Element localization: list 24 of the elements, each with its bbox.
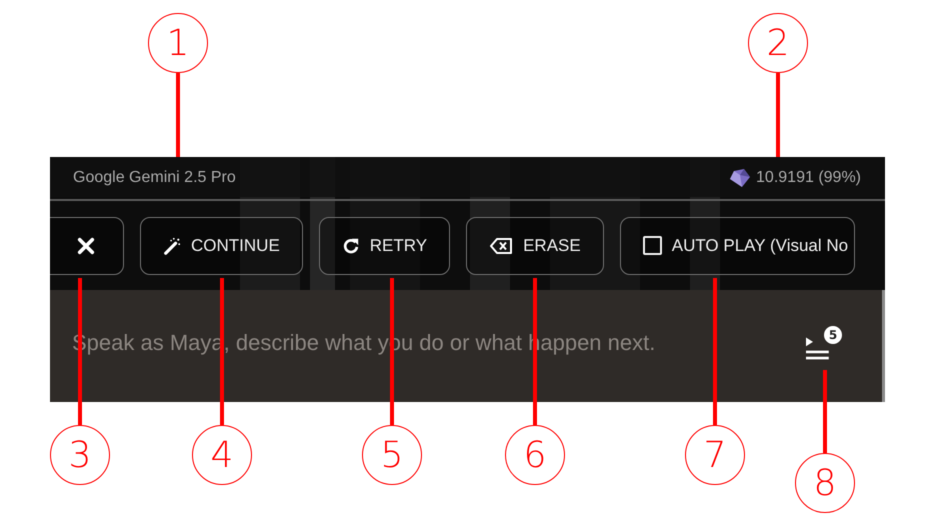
queue-button[interactable]: 5 (804, 326, 842, 366)
callout-marker: 2 (748, 13, 808, 73)
magic-wand-icon (163, 236, 181, 254)
action-button[interactable]: RETRY (318, 216, 450, 274)
callout-marker: 3 (50, 425, 110, 485)
gem-icon (730, 169, 750, 187)
callout-marker: 7 (685, 425, 745, 485)
auto-play-toggle[interactable]: AUTO PLAY (Visual No (620, 216, 856, 274)
backspace-icon (489, 236, 514, 254)
callout-marker: 6 (505, 425, 565, 485)
model-name: Google Gemini 2.5 Pro (73, 169, 236, 187)
toggle-label: AUTO PLAY (Visual No (672, 236, 848, 256)
action-button[interactable]: CONTINUE (140, 216, 303, 274)
callout-marker: 5 (362, 425, 422, 485)
credit-balance: 10.9191 (99%) (756, 169, 861, 187)
tools-icon (77, 236, 95, 254)
callout-marker: 8 (795, 453, 855, 513)
reload-icon (342, 236, 360, 254)
callout-marker: 1 (148, 13, 208, 73)
checkbox[interactable] (642, 236, 662, 255)
callout-marker: 4 (192, 425, 252, 485)
tools-button[interactable] (50, 216, 124, 274)
action-button[interactable]: ERASE (466, 216, 604, 274)
count-badge: 5 (824, 326, 842, 344)
